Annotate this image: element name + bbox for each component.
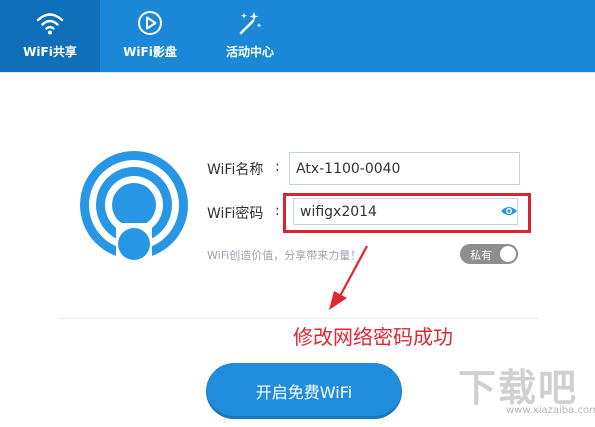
annotation-text: 修改网络密码成功: [293, 325, 453, 349]
toggle-knob: [500, 246, 516, 262]
watermark-url: www.xiazaiba.com: [506, 405, 595, 416]
tab-wifi-share[interactable]: WiFi共享: [0, 0, 100, 72]
tab-label: 活动中心: [225, 45, 274, 59]
wifi-name-input[interactable]: [289, 152, 520, 185]
private-toggle-label: 私有: [470, 249, 492, 262]
password-colon: :: [275, 203, 280, 219]
magic-wand-icon: [235, 9, 265, 37]
top-tab-bar: WiFi共享 WiFi影盘 活动中心: [0, 0, 595, 72]
wifi-password-label: WiFi密码: [207, 206, 264, 222]
watermark-logo: 下载吧: [458, 366, 579, 410]
play-icon: [135, 9, 165, 37]
wifi-name-label: WiFi名称: [207, 162, 264, 178]
name-colon: :: [275, 159, 280, 175]
section-divider: [58, 318, 538, 319]
tab-label: WiFi共享: [23, 45, 77, 59]
tab-wifi-drive[interactable]: WiFi影盘: [100, 0, 200, 72]
header-divider: [0, 72, 595, 73]
tab-label: WiFi影盘: [123, 45, 177, 59]
start-free-wifi-button[interactable]: 开启免费WiFi: [206, 363, 402, 419]
eye-icon[interactable]: [500, 203, 518, 217]
wifi-icon: [35, 9, 65, 37]
tab-activity-center[interactable]: 活动中心: [200, 0, 300, 72]
private-toggle[interactable]: 私有: [460, 244, 518, 264]
wifi-password-input[interactable]: [293, 198, 518, 225]
annotation-arrow-icon: [318, 240, 378, 320]
wifi-share-logo-icon: [76, 147, 192, 267]
